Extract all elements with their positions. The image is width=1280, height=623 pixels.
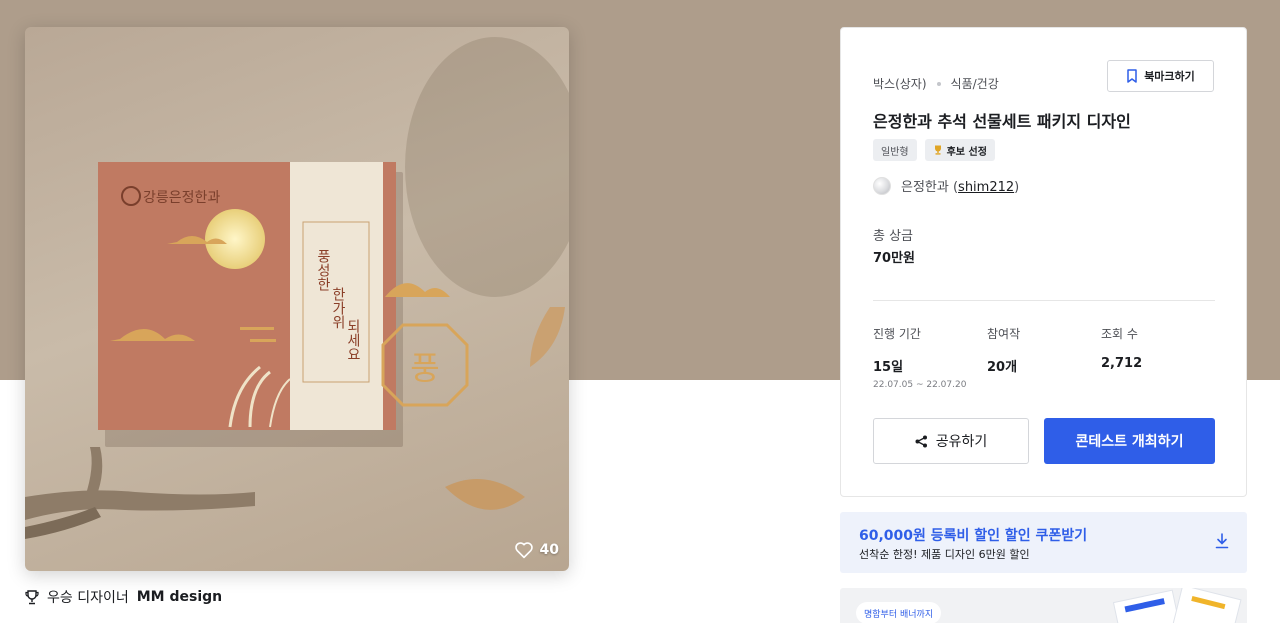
host-name: 은정한과 (	[901, 180, 959, 195]
prize-label: 총 상금	[873, 229, 914, 244]
contest-title: 은정한과 추석 선물세트 패키지 디자인	[873, 112, 1131, 131]
emblem-text: 풍	[410, 349, 439, 387]
package-illustration: 풍 강릉은정한과 풍성한 한가위 되세요	[25, 37, 569, 539]
trophy-icon	[25, 589, 39, 604]
share-button[interactable]: 공유하기	[873, 418, 1029, 464]
share-label: 공유하기	[935, 434, 988, 450]
tag-candidate: 후보 선정	[924, 139, 995, 161]
avatar[interactable]	[873, 176, 891, 195]
tag-list: 일반형 후보 선정	[873, 139, 995, 161]
like-count: 40	[539, 542, 559, 558]
stat-duration: 진행 기간 15일 22.07.05 ~ 22.07.20	[873, 325, 966, 390]
band-text-3: 되세요	[345, 319, 361, 361]
stat-views: 조회 수 2,712	[1101, 325, 1142, 371]
stat-date-range: 22.07.05 ~ 22.07.20	[873, 380, 967, 390]
coupon-subtitle: 선착순 한정! 제품 디자인 6만원 할인	[859, 548, 1030, 561]
stat-entries: 참여작 20개	[987, 325, 1020, 375]
tag-candidate-label: 후보 선정	[946, 146, 987, 158]
host-close: )	[1014, 180, 1020, 195]
entry-image[interactable]: 풍 강릉은정한과 풍성한 한가위 되세요 40	[25, 27, 569, 571]
stat-label: 진행 기간	[873, 327, 921, 341]
coupon-title: 60,000원 등록비 할인 할인 쿠폰받기	[859, 528, 1088, 544]
share-icon	[915, 435, 927, 447]
divider	[873, 300, 1215, 301]
coupon-banner[interactable]: 60,000원 등록비 할인 할인 쿠폰받기 선착순 한정! 제품 디자인 6만…	[840, 512, 1247, 573]
promo-chip: 명함부터 배너까지	[856, 602, 942, 623]
stat-value: 15일	[873, 360, 904, 375]
band-text-1: 풍성한	[315, 249, 331, 291]
breadcrumb-separator	[936, 81, 941, 86]
stat-value: 20개	[987, 360, 1018, 375]
stat-label: 참여작	[987, 327, 1021, 341]
winner-prefix: 우승 디자이너	[47, 590, 129, 606]
winner-name[interactable]: MM design	[137, 589, 222, 605]
promo-illustration	[1112, 588, 1242, 623]
winner-designer: 우승 디자이너 MM design	[25, 587, 222, 607]
stat-value: 2,712	[1101, 356, 1143, 371]
prize-value: 70만원	[873, 251, 916, 266]
download-icon[interactable]	[1215, 533, 1229, 549]
bookmark-label: 북마크하기	[1144, 70, 1195, 83]
host-info: 은정한과 (shim212)	[873, 176, 1019, 195]
brand-text: 강릉은정한과	[143, 190, 220, 206]
host-id-link[interactable]: shim212	[958, 180, 1014, 195]
bookmark-button[interactable]: 북마크하기	[1107, 60, 1214, 92]
contest-info-panel: 박스(상자) 식품/건강 북마크하기 은정한과 추석 선물세트 패키지 디자인 …	[840, 27, 1247, 497]
promo-banner[interactable]: 명함부터 배너까지	[840, 588, 1247, 623]
host-contest-button[interactable]: 콘테스트 개최하기	[1044, 418, 1215, 464]
trophy-icon	[934, 145, 941, 155]
stat-label: 조회 수	[1101, 327, 1138, 341]
tag-type: 일반형	[873, 139, 917, 161]
band-text-2: 한가위	[330, 287, 346, 329]
heart-icon	[514, 542, 533, 559]
category-1[interactable]: 박스(상자)	[873, 75, 927, 92]
category-2[interactable]: 식품/건강	[951, 75, 999, 92]
like-counter[interactable]: 40	[514, 541, 559, 559]
bookmark-icon	[1127, 69, 1137, 83]
breadcrumb: 박스(상자) 식품/건강	[873, 75, 999, 92]
